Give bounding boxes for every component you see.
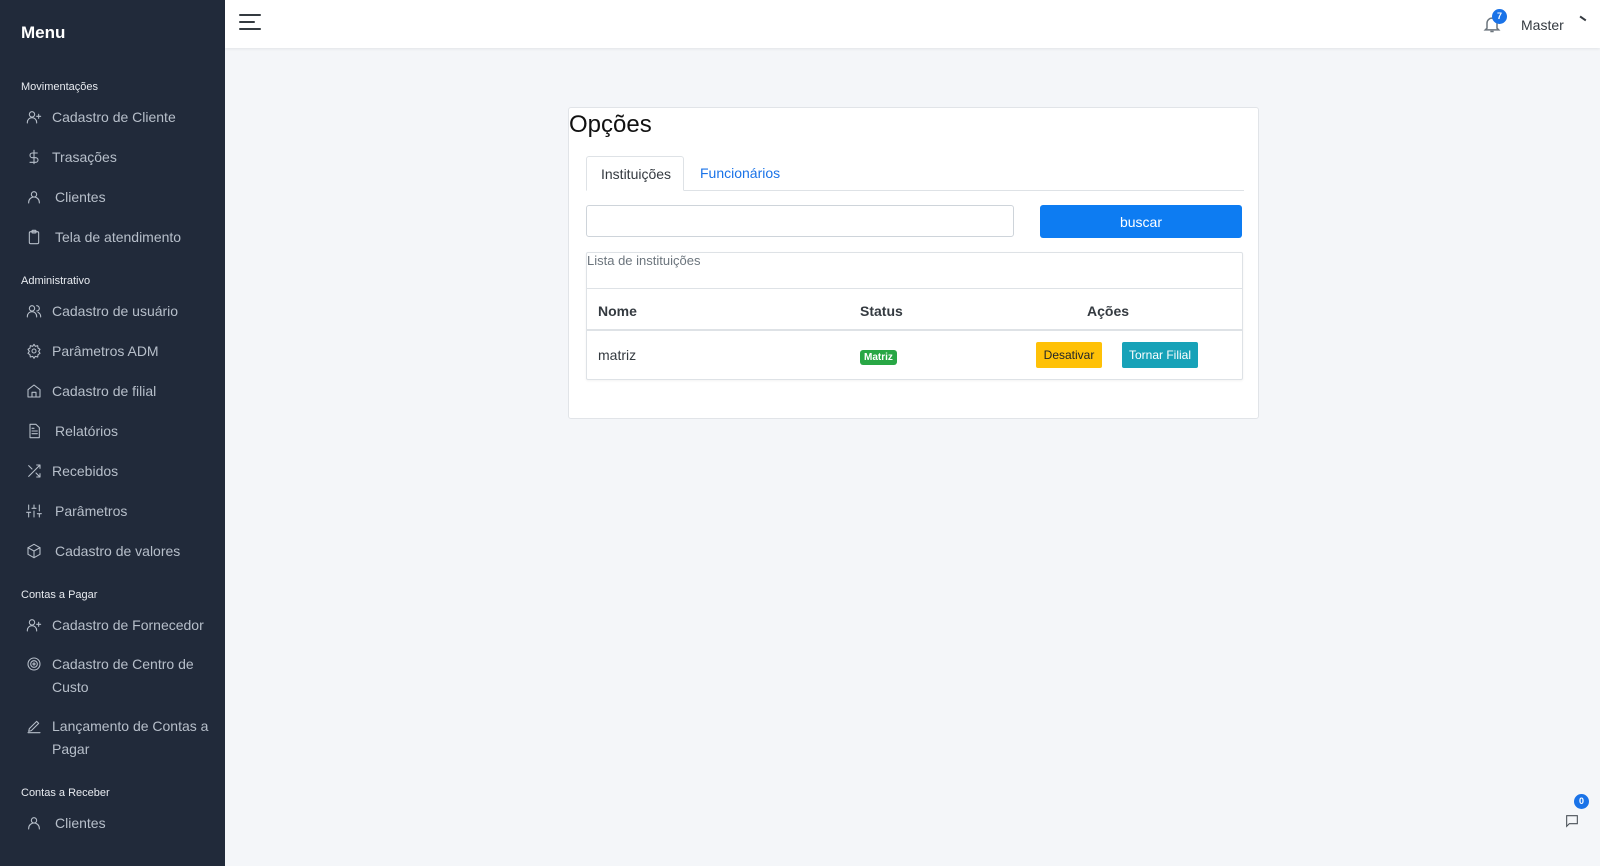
tab-bar: Instituições Funcionários [586,156,1244,191]
target-icon [25,655,43,673]
gear-icon [25,342,43,360]
table-header: Nome Status Ações [587,288,1242,331]
sidebar-item-tela-atendimento[interactable]: Tela de atendimento [0,226,225,249]
status-badge: Matriz [860,350,897,365]
users-icon [25,302,43,320]
tab-funcionarios[interactable]: Funcionários [686,156,794,191]
sidebar-item-clientes-receber[interactable]: Clientes [0,812,225,835]
search-button[interactable]: buscar [1040,205,1242,238]
sidebar-item-relatorios[interactable]: Relatórios [0,420,225,443]
sidebar-item-label: Cadastro de filial [52,383,157,399]
clipboard-icon [25,228,43,246]
user-menu[interactable]: Master [1521,17,1564,33]
sidebar-item-centro-custo[interactable]: Cadastro de Centro de Custo [0,653,225,699]
file-text-icon [25,422,43,440]
institutions-list: Lista de instituições Nome Status Ações … [586,252,1243,380]
sidebar-item-label: Cadastro de Centro de Custo [52,656,194,695]
options-card: Opções Instituições Funcionários buscar … [568,107,1259,419]
sidebar-item-label: Trasações [52,149,117,165]
sidebar-item-clientes[interactable]: Clientes [0,186,225,209]
section-label-contas-pagar: Contas a Pagar [21,589,98,601]
sidebar-item-label: Relatórios [55,423,119,439]
user-icon [25,814,43,832]
tornar-filial-button[interactable]: Tornar Filial [1122,342,1198,368]
section-label-contas-receber: Contas a Receber [21,787,110,799]
section-label-administrativo: Administrativo [21,275,91,287]
user-plus-icon [25,108,43,126]
sidebar: Menu Movimentações Cadastro de Cliente T… [0,0,225,866]
column-header-nome: Nome [598,303,637,319]
sidebar-item-cadastro-usuario[interactable]: Cadastro de usuário [0,300,225,323]
sidebar-item-label: Recebidos [52,463,119,479]
column-header-status: Status [860,303,903,319]
sidebar-item-label: Clientes [55,189,106,205]
sidebar-item-label: Cadastro de Fornecedor [52,617,204,633]
sidebar-item-label: Cadastro de valores [55,543,181,559]
chat-icon[interactable] [1564,813,1582,831]
sidebar-item-parametros-adm[interactable]: Parâmetros ADM [0,340,225,363]
sliders-icon [25,502,43,520]
tab-instituicoes[interactable]: Instituições [586,156,684,191]
notification-badge: 7 [1492,9,1507,24]
chat-badge: 0 [1574,794,1589,809]
sidebar-item-label: Cadastro de Cliente [52,109,176,125]
pen-icon [25,717,43,735]
sidebar-item-label: Clientes [55,815,106,831]
sidebar-item-label: Parâmetros ADM [52,343,159,359]
hamburger-menu-icon[interactable] [239,14,261,32]
home-icon [25,382,43,400]
sidebar-item-cadastro-filial[interactable]: Cadastro de filial [0,380,225,403]
sidebar-item-label: Cadastro de usuário [52,303,179,319]
page-title: Opções [569,111,652,138]
search-input[interactable] [586,205,1014,237]
column-header-acoes: Ações [1087,303,1130,319]
sidebar-title: Menu [21,23,66,42]
dollar-icon [25,148,43,166]
sidebar-item-recebidos[interactable]: Recebidos [0,460,225,483]
list-caption: Lista de instituições [587,253,701,268]
sidebar-item-cadastro-valores[interactable]: Cadastro de valores [0,540,225,563]
sidebar-item-trasacoes[interactable]: Trasações [0,146,225,169]
cell-nome: matriz [598,347,637,363]
sidebar-item-label: Lançamento de Contas a Pagar [52,718,209,757]
sidebar-item-label: Parâmetros [55,503,128,519]
sidebar-item-lancamento-contas[interactable]: Lançamento de Contas a Pagar [0,715,225,761]
user-plus-icon [25,616,43,634]
sidebar-item-label: Tela de atendimento [55,229,182,245]
shuffle-icon [25,462,43,480]
box-icon [25,542,43,560]
topbar: 7 Master [225,0,1600,48]
sidebar-item-cadastro-fornecedor[interactable]: Cadastro de Fornecedor [0,614,225,637]
user-caret-icon[interactable] [1576,15,1587,26]
sidebar-item-parametros[interactable]: Parâmetros [0,500,225,523]
section-label-movimentacoes: Movimentações [21,81,99,93]
user-icon [25,188,43,206]
desativar-button[interactable]: Desativar [1036,342,1102,368]
table-row: matriz Matriz Desativar Tornar Filial [587,331,1242,379]
sidebar-item-cadastro-cliente[interactable]: Cadastro de Cliente [0,106,225,129]
